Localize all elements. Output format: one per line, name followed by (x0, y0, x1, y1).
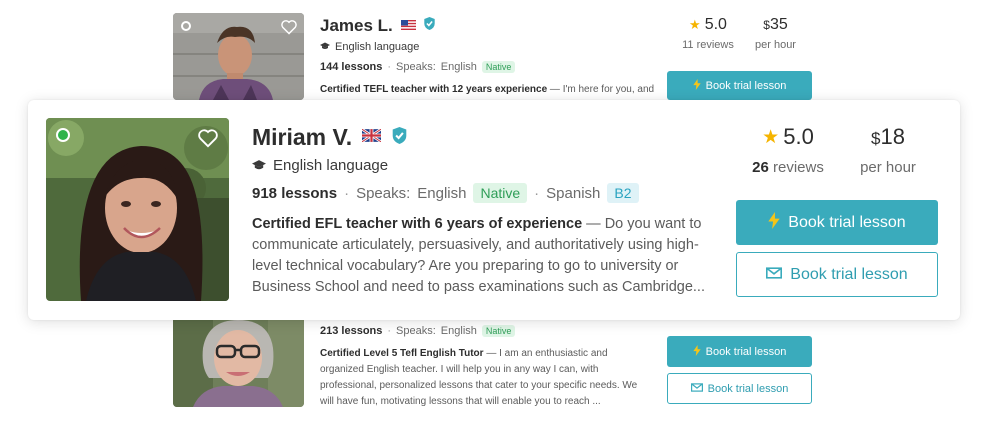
tutor-headline: Certified EFL teacher with 6 years of ex… (252, 216, 583, 232)
language-name: English (440, 325, 477, 337)
online-status-dot (56, 128, 70, 142)
graduation-cap-icon (252, 157, 266, 174)
currency-symbol: $ (763, 18, 770, 32)
book-trial-label: Book trial lesson (705, 79, 787, 92)
tutor-subject: English language (273, 157, 389, 174)
review-count-number: 26 (752, 159, 769, 176)
language-name: Spanish (546, 184, 601, 202)
speaks-label: Speaks: (356, 184, 411, 202)
heart-icon[interactable] (197, 128, 219, 148)
lesson-count: 144 lessons (320, 61, 383, 73)
us-flag-icon (400, 17, 416, 35)
envelope-icon (690, 382, 703, 395)
star-icon: ★ (762, 126, 780, 148)
book-trial-label: Book trial lesson (705, 345, 787, 358)
language-level-badge: Native (481, 325, 516, 337)
price-value: 18 (880, 124, 905, 149)
tutor-photo[interactable] (173, 318, 304, 407)
message-label: Book trial lesson (707, 382, 789, 395)
price-unit: per hour (860, 159, 916, 176)
message-label: Book trial lesson (790, 265, 908, 283)
language-level-badge: Native (481, 61, 516, 73)
rating-value: 5.0 (783, 124, 814, 149)
heart-icon[interactable] (280, 19, 298, 35)
stats-separator: · (387, 325, 392, 337)
tutor-card-featured[interactable]: Miriam V. English language 918 lessons ·… (28, 100, 960, 320)
star-icon: ★ (689, 17, 701, 32)
uk-flag-icon (361, 127, 382, 147)
rating-value: 5.0 (704, 16, 727, 33)
speaks-label: Speaks: (396, 325, 436, 337)
lesson-count: 918 lessons (252, 184, 338, 202)
price-value: 35 (769, 16, 788, 33)
tutor-card-james[interactable]: James L. English language 144 lessons · … (173, 0, 813, 100)
price-unit: per hour (755, 39, 796, 51)
verified-badge-icon (423, 16, 436, 36)
verified-badge-icon (391, 126, 408, 150)
tutor-headline: Certified Level 5 Tefl English Tutor (320, 348, 484, 359)
book-trial-label: Book trial lesson (788, 213, 906, 231)
language-level-badge: Native (473, 183, 528, 203)
tutor-name[interactable]: Miriam V. (252, 124, 352, 151)
lightning-icon (692, 78, 701, 93)
stats-separator: · (534, 184, 540, 202)
review-count[interactable]: 11 reviews (668, 39, 748, 51)
lesson-count: 213 lessons (320, 325, 383, 337)
message-button[interactable]: Book trial lesson (736, 252, 938, 297)
language-name: English (440, 61, 477, 73)
stats-separator: · (344, 184, 350, 202)
book-trial-button[interactable]: Book trial lesson (667, 71, 812, 100)
online-status-dot (181, 21, 191, 31)
envelope-icon (766, 266, 783, 284)
tutor-photo[interactable] (173, 13, 304, 100)
review-count-label: reviews (768, 159, 824, 176)
book-trial-button[interactable]: Book trial lesson (736, 200, 938, 245)
lightning-icon (768, 211, 780, 234)
book-trial-button[interactable]: Book trial lesson (667, 336, 812, 367)
graduation-cap-icon (320, 41, 330, 53)
review-count[interactable]: 26 reviews (740, 159, 836, 176)
message-button[interactable]: Book trial lesson (667, 373, 812, 404)
tutor-card-third[interactable]: 213 lessons · Speaks: English Native Cer… (173, 318, 813, 422)
stats-separator: · (387, 61, 392, 73)
tutor-headline: Certified TEFL teacher with 12 years exp… (320, 84, 548, 95)
language-level-badge: B2 (607, 183, 639, 203)
tutor-subject: English language (335, 41, 420, 53)
speaks-label: Speaks: (396, 61, 436, 73)
tutor-name[interactable]: James L. (320, 16, 393, 36)
lightning-icon (692, 344, 701, 359)
tutor-photo[interactable] (46, 118, 229, 301)
language-name: English (417, 184, 467, 202)
tutor-description: — I'm here for you, and (547, 84, 655, 95)
tutor-photo-image (173, 318, 304, 407)
